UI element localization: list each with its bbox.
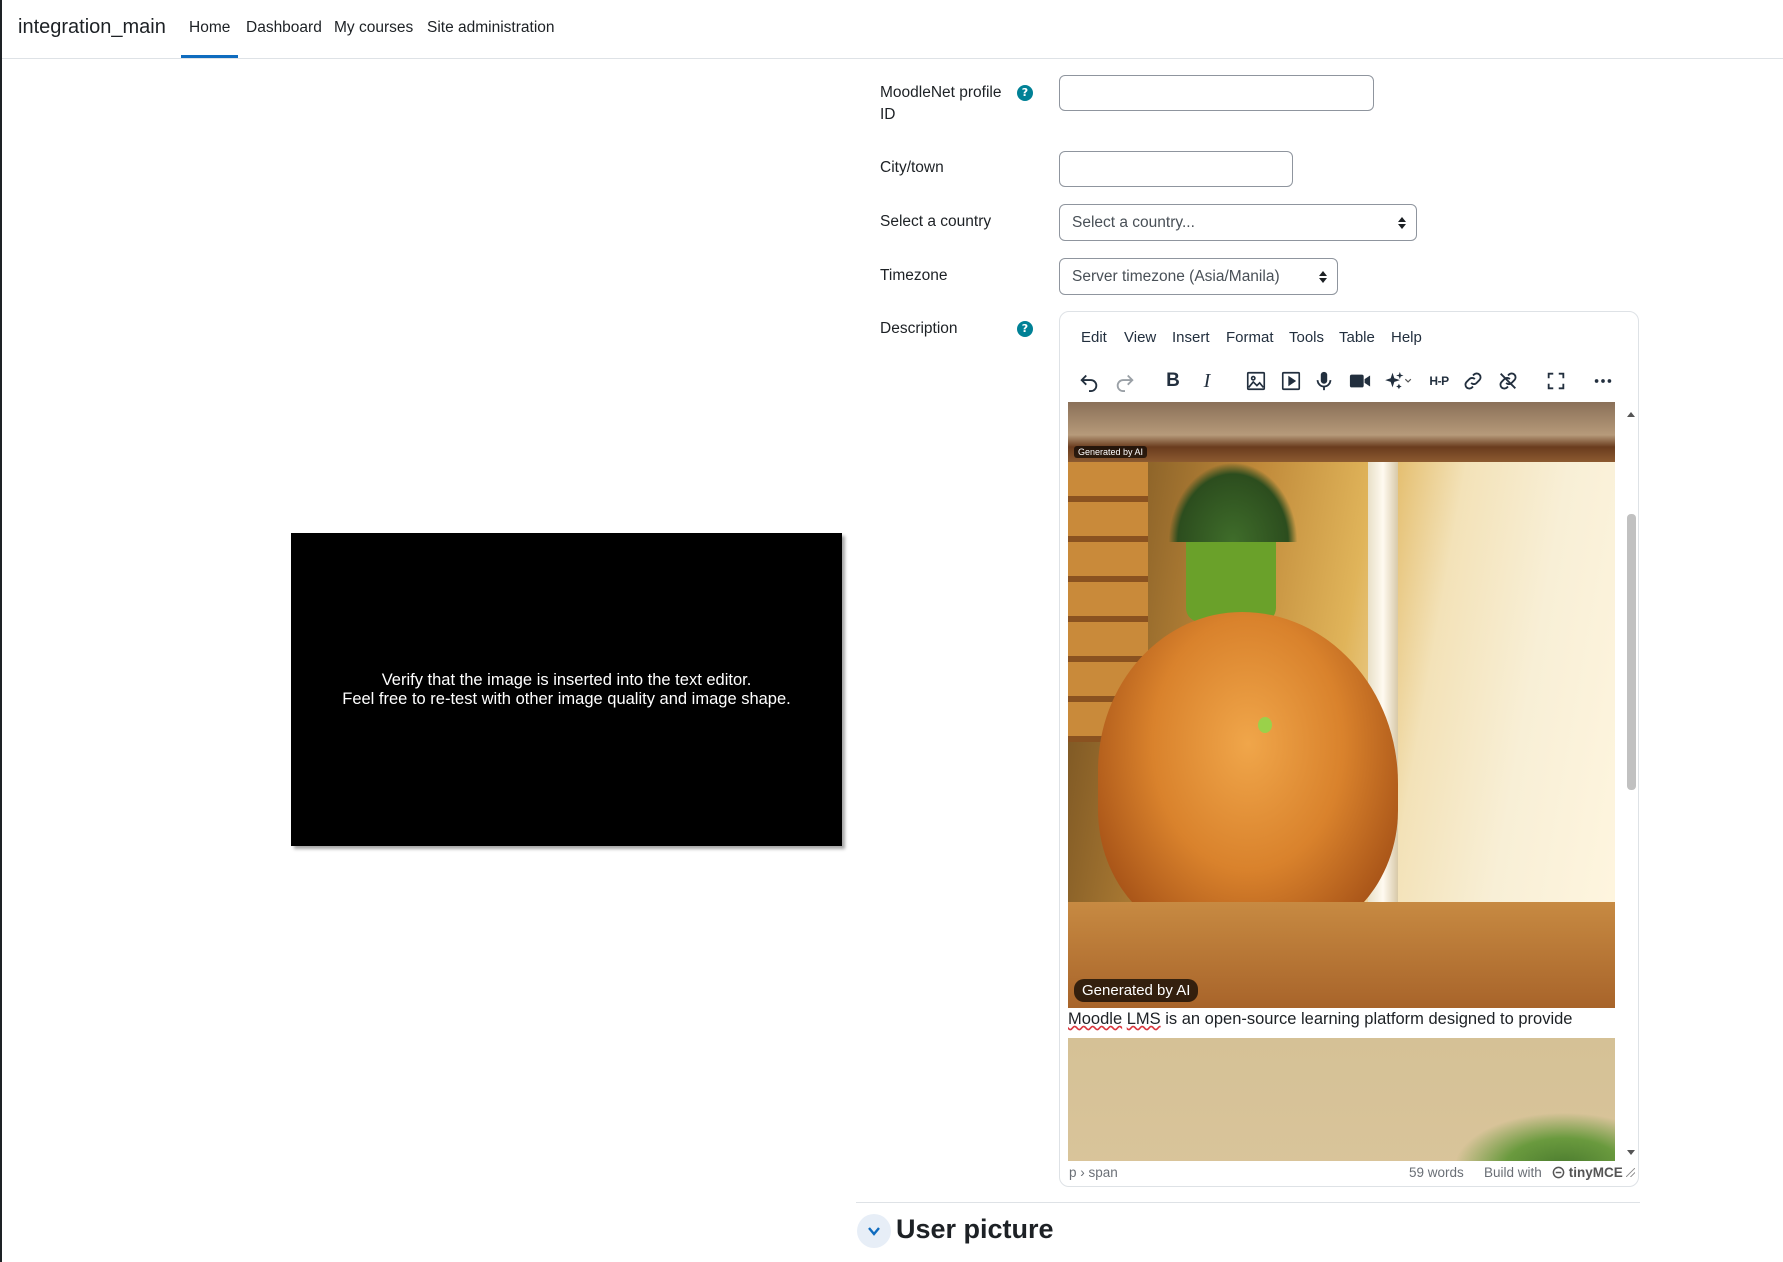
- tinymce-wordmark: tinyMCE: [1568, 1165, 1623, 1180]
- cat-eye-shape: [1258, 717, 1272, 733]
- link-icon[interactable]: [1458, 366, 1488, 396]
- site-brand[interactable]: integration_main: [18, 16, 166, 39]
- instruction-line-2: Feel free to re-test with other image qu…: [342, 689, 791, 708]
- timezone-select-value: Server timezone (Asia/Manila): [1072, 268, 1280, 285]
- scroll-down-icon[interactable]: [1627, 1150, 1635, 1155]
- resize-handle-icon[interactable]: [1626, 1168, 1635, 1177]
- country-label: Select a country: [880, 213, 992, 230]
- nav-my-courses[interactable]: My courses: [334, 19, 413, 37]
- plant-leaves-shape: [1168, 462, 1298, 542]
- top-navbar: integration_main Home Dashboard My cours…: [2, 0, 1783, 59]
- paragraph-text: is an open-source learning platform desi…: [1160, 1010, 1573, 1028]
- tinymce-icon: [1552, 1166, 1565, 1179]
- description-help-icon[interactable]: ?: [1017, 321, 1033, 337]
- city-label: City/town: [880, 159, 944, 176]
- editor-toolbar: B I H-P: [1060, 360, 1638, 404]
- chevron-down-icon: [868, 1227, 880, 1236]
- cat-shape: [1098, 612, 1398, 942]
- timezone-select[interactable]: Server timezone (Asia/Manila): [1059, 258, 1338, 295]
- paragraph-word-moodle: Moodle: [1068, 1010, 1123, 1028]
- nav-dashboard[interactable]: Dashboard: [246, 19, 322, 37]
- description-label: Description: [880, 320, 958, 337]
- moodlenet-help-icon[interactable]: ?: [1017, 85, 1033, 101]
- italic-icon[interactable]: I: [1192, 366, 1222, 396]
- unlink-icon[interactable]: [1493, 366, 1523, 396]
- build-with-text: Build with: [1484, 1165, 1542, 1180]
- description-paragraph[interactable]: Moodle LMS is an open-source learning pl…: [1068, 1010, 1573, 1029]
- editor-menubar: Edit View Insert Format Tools Table Help: [1060, 312, 1638, 362]
- ai-badge: Generated by AI: [1074, 979, 1199, 1002]
- menu-table[interactable]: Table: [1339, 329, 1375, 346]
- collapse-user-picture-button[interactable]: [857, 1214, 891, 1248]
- plant-pot-shape: [1186, 532, 1276, 622]
- menu-help[interactable]: Help: [1391, 329, 1422, 346]
- image-icon[interactable]: [1241, 366, 1271, 396]
- redo-icon[interactable]: [1110, 366, 1140, 396]
- editor-content-area[interactable]: Generated by AI Generated by AI Moodle L…: [1068, 402, 1630, 1161]
- fullscreen-icon[interactable]: [1541, 366, 1571, 396]
- ai-sparkle-icon[interactable]: [1379, 366, 1417, 396]
- more-icon[interactable]: [1588, 366, 1618, 396]
- section-title-user-picture[interactable]: User picture: [896, 1214, 1054, 1245]
- left-border: [0, 0, 2, 1262]
- element-path[interactable]: p › span: [1069, 1165, 1118, 1180]
- instruction-overlay: Verify that the image is inserted into t…: [291, 533, 842, 846]
- country-select[interactable]: Select a country...: [1059, 204, 1417, 241]
- undo-icon[interactable]: [1074, 366, 1104, 396]
- menu-edit[interactable]: Edit: [1081, 329, 1107, 346]
- instruction-line-1: Verify that the image is inserted into t…: [381, 670, 752, 689]
- word-count[interactable]: 59 words: [1409, 1165, 1464, 1180]
- record-video-icon[interactable]: [1345, 366, 1375, 396]
- menu-format[interactable]: Format: [1226, 329, 1274, 346]
- ai-badge-small: Generated by AI: [1074, 446, 1148, 458]
- country-select-value: Select a country...: [1072, 214, 1195, 231]
- scroll-up-icon[interactable]: [1627, 412, 1635, 417]
- cat-image[interactable]: Generated by AI: [1068, 462, 1615, 1008]
- paragraph-word-lms: LMS: [1126, 1010, 1161, 1028]
- menu-view[interactable]: View: [1124, 329, 1156, 346]
- tinymce-logo[interactable]: tinyMCE: [1552, 1165, 1623, 1180]
- media-icon[interactable]: [1276, 366, 1306, 396]
- plant-shape: [1445, 1108, 1615, 1161]
- editor-scrollbar[interactable]: [1624, 404, 1638, 1163]
- inserted-image-bottom[interactable]: [1068, 1038, 1615, 1161]
- h5p-icon[interactable]: H-P: [1424, 366, 1454, 396]
- menu-tools[interactable]: Tools: [1289, 329, 1324, 346]
- moodlenet-label: MoodleNet profile ID: [880, 84, 1002, 123]
- section-divider: [856, 1202, 1640, 1203]
- timezone-label: Timezone: [880, 267, 948, 284]
- nav-home[interactable]: Home: [180, 19, 239, 58]
- city-input[interactable]: [1059, 151, 1293, 187]
- inserted-image-top[interactable]: Generated by AI: [1068, 402, 1615, 462]
- record-audio-icon[interactable]: [1309, 366, 1339, 396]
- editor-statusbar: p › span 59 words Build with tinyMCE: [1060, 1160, 1638, 1186]
- scroll-thumb[interactable]: [1627, 514, 1636, 790]
- description-editor: Edit View Insert Format Tools Table Help…: [1059, 311, 1639, 1187]
- nav-site-administration[interactable]: Site administration: [427, 19, 555, 37]
- moodlenet-profile-input[interactable]: [1059, 75, 1374, 111]
- bold-icon[interactable]: B: [1158, 366, 1188, 396]
- menu-insert[interactable]: Insert: [1172, 329, 1210, 346]
